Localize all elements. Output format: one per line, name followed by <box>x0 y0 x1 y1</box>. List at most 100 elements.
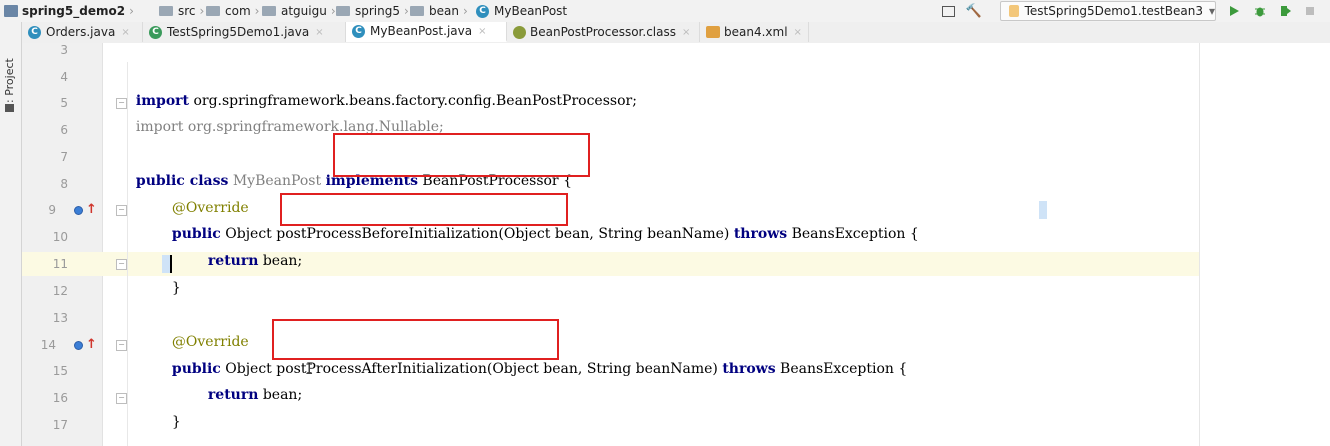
editor-tabs: C Orders.java × C TestSpring5Demo1.java … <box>22 22 1330 44</box>
code-line-10[interactable]: return bean; <box>199 225 302 269</box>
tab-label: BeanPostProcessor.class <box>530 25 676 39</box>
code-text: } <box>171 414 181 430</box>
folder-icon <box>336 6 350 16</box>
breadcrumb-separator: › <box>462 4 468 18</box>
breadcrumb-separator: › <box>199 4 205 18</box>
folder-icon <box>159 6 173 16</box>
close-icon[interactable]: × <box>121 27 129 38</box>
build-hammer-icon[interactable]: 🔨 <box>966 3 982 19</box>
project-tool-tab-label: 1: Project <box>3 58 16 110</box>
arrow-up-icon[interactable]: ↑ <box>86 203 97 216</box>
highlight-after-init-box <box>272 319 559 360</box>
code-text: (Object bean, String beanName) <box>498 226 734 242</box>
breadcrumb-separator: › <box>330 4 336 18</box>
breadcrumb-src[interactable]: src › <box>159 3 204 19</box>
layout-icon[interactable] <box>940 3 956 19</box>
keyword: return <box>207 253 259 269</box>
breadcrumb-separator: › <box>254 4 260 18</box>
line-number: 11 <box>52 257 68 271</box>
line-number: 15 <box>52 364 68 378</box>
module-icon <box>4 5 18 17</box>
mouse-ibeam-cursor-icon: I <box>305 362 314 378</box>
fold-icon[interactable]: − <box>116 259 127 270</box>
breadcrumb-separator: › <box>129 4 134 18</box>
stop-icon[interactable] <box>1302 3 1318 19</box>
line-number: 10 <box>52 230 68 244</box>
breadcrumb-spring5[interactable]: spring5 › <box>336 3 409 19</box>
tab-label: bean4.xml <box>724 25 788 39</box>
text-caret <box>170 255 172 273</box>
junit-icon <box>1009 5 1019 17</box>
keyword: throws <box>733 226 788 242</box>
implementing-method-icon[interactable] <box>74 206 83 215</box>
code-text: BeansException { <box>775 361 908 377</box>
tab-testspring5demo1-java[interactable]: C TestSpring5Demo1.java × <box>143 22 346 42</box>
line-number: 17 <box>52 418 68 432</box>
line-number: 9 <box>48 203 56 217</box>
project-tool-tab[interactable]: 1: Project <box>3 52 17 112</box>
tab-label: Orders.java <box>46 25 116 39</box>
code-text: (Object bean, String beanName) <box>486 361 723 377</box>
breadcrumb-class-label: MyBeanPost <box>494 4 568 18</box>
highlight-before-init-box <box>280 193 568 226</box>
navigation-bar: spring5_demo2 › src › com › atguigu › sp… <box>0 0 1330 23</box>
breadcrumb-com[interactable]: com › <box>206 3 259 19</box>
breadcrumb-atguigu[interactable]: atguigu › <box>262 3 336 19</box>
tab-beanpostprocessor-class[interactable]: BeanPostProcessor.class × <box>507 22 700 42</box>
code-line-8[interactable]: @Override <box>163 172 249 216</box>
code-text: } <box>171 280 181 296</box>
folder-icon <box>206 6 220 16</box>
class-icon: C <box>352 24 365 38</box>
right-margin-guide <box>1199 43 1200 446</box>
code-text: BeansException { <box>787 226 919 242</box>
close-icon[interactable]: × <box>682 27 690 38</box>
breadcrumb-separator: › <box>404 4 409 18</box>
breadcrumb-class[interactable]: C MyBeanPost <box>476 3 567 19</box>
xml-icon <box>706 26 720 38</box>
line-number: 16 <box>52 391 68 405</box>
breadcrumb-project[interactable]: spring5_demo2 › <box>4 3 134 19</box>
code-line-5[interactable]: import org.springframework.lang.Nullable… <box>127 91 444 135</box>
tab-mybeanpost-java[interactable]: C MyBeanPost.java × <box>346 22 507 42</box>
arrow-up-icon[interactable]: ↑ <box>86 338 97 351</box>
coverage-icon[interactable] <box>1278 3 1294 19</box>
brace-match-highlight <box>1039 201 1047 219</box>
fold-icon[interactable]: − <box>116 205 127 216</box>
class-icon: C <box>28 25 41 39</box>
line-number: 8 <box>60 177 68 191</box>
keyword: throws <box>722 361 776 377</box>
line-number: 12 <box>52 284 68 298</box>
class-icon: C <box>149 25 162 39</box>
code-line-13[interactable]: @Override <box>163 306 249 350</box>
fold-icon[interactable]: − <box>116 340 127 351</box>
highlight-implements-box <box>333 133 590 177</box>
code-line-16[interactable]: } <box>163 386 181 430</box>
breadcrumb-bean-label: bean <box>429 4 459 18</box>
breadcrumb-bean[interactable]: bean › <box>410 3 468 19</box>
fold-icon[interactable]: − <box>116 98 127 109</box>
run-icon[interactable] <box>1226 3 1242 19</box>
tab-label: TestSpring5Demo1.java <box>167 25 310 39</box>
line-number: 5 <box>60 96 68 110</box>
run-configuration-select[interactable]: TestSpring5Demo1.testBean3 ▾ <box>1000 1 1216 21</box>
line-number: 7 <box>60 150 68 164</box>
close-icon[interactable]: × <box>315 27 323 38</box>
tab-bean4-xml[interactable]: bean4.xml × <box>700 22 809 42</box>
implementing-method-icon[interactable] <box>74 341 83 350</box>
debug-icon[interactable] <box>1252 3 1268 19</box>
fold-icon[interactable]: − <box>116 393 127 404</box>
code-line-15[interactable]: return bean; <box>199 359 302 403</box>
project-folder-icon <box>5 104 14 112</box>
folder-icon <box>410 6 424 16</box>
code-line-4[interactable]: import org.springframework.beans.factory… <box>127 65 637 109</box>
class-icon: C <box>476 4 489 18</box>
line-number: 4 <box>60 70 68 84</box>
tab-label: MyBeanPost.java <box>370 24 473 38</box>
tool-window-strip: 1: Project <box>0 22 22 446</box>
breadcrumb-spring5-label: spring5 <box>355 4 400 18</box>
close-icon[interactable]: × <box>794 27 802 38</box>
line-number: 14 <box>40 338 56 352</box>
breadcrumb-atguigu-label: atguigu <box>281 4 327 18</box>
close-icon[interactable]: × <box>478 26 486 37</box>
line-number: 6 <box>60 123 68 137</box>
